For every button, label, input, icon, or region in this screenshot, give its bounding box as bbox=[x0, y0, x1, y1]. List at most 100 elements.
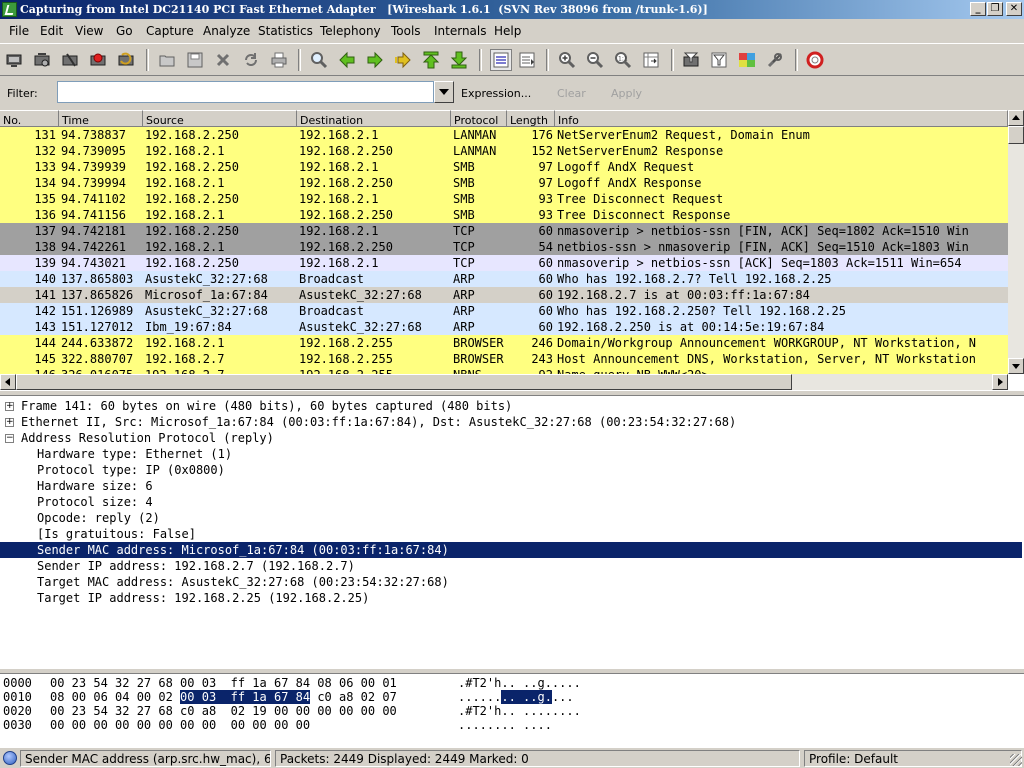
packet-row[interactable]: 145 322.880707 192.168.2.7 192.168.2.255 BRO… bbox=[0, 351, 1008, 367]
capture-filters-icon[interactable] bbox=[682, 51, 700, 69]
packet-list-horizontal-scrollbar[interactable] bbox=[0, 374, 1008, 390]
menu-capture[interactable]: Capture bbox=[146, 24, 194, 38]
packet-row[interactable]: 141 137.865826 Microsof_1a:67:84 AsustekC_3… bbox=[0, 287, 1008, 303]
detail-tree-item[interactable]: Hardware type: Ethernet (1) bbox=[0, 446, 1022, 462]
normal-size-icon[interactable]: 1:1 bbox=[614, 51, 632, 69]
packet-row[interactable]: 132 94.739095 192.168.2.1 192.168.2.250 LANM… bbox=[0, 143, 1008, 159]
display-filters-icon[interactable] bbox=[710, 51, 728, 69]
column-header-time[interactable]: Time bbox=[59, 110, 143, 127]
detail-tree-item[interactable]: + Frame 141: 60 bytes on wire (480 bits),… bbox=[0, 398, 1022, 414]
interface-list-icon[interactable] bbox=[5, 51, 23, 69]
go-back-icon[interactable] bbox=[338, 51, 356, 69]
column-header-destination[interactable]: Destination bbox=[297, 110, 451, 127]
packet-row[interactable]: 146 326.016075192.168.2.7192.168.2.255NBN… bbox=[0, 367, 1008, 374]
filter-input[interactable] bbox=[57, 81, 434, 103]
collapse-icon[interactable]: − bbox=[5, 434, 14, 443]
close-button[interactable]: ✕ bbox=[1006, 2, 1022, 16]
packet-row[interactable]: 142 151.126989 AsustekC_32:27:68 Broadcast A… bbox=[0, 303, 1008, 319]
menu-go[interactable]: Go bbox=[116, 24, 133, 38]
menu-tools[interactable]: Tools bbox=[391, 24, 421, 38]
menu-edit[interactable]: Edit bbox=[40, 24, 63, 38]
packet-row[interactable]: 143 151.127012 Ibm_19:67:84 AsustekC_32:27:… bbox=[0, 319, 1008, 335]
find-packet-icon[interactable] bbox=[310, 51, 328, 69]
restart-capture-icon[interactable] bbox=[117, 51, 135, 69]
detail-tree-item[interactable]: + Ethernet II, Src: Microsof_1a:67:84 (00… bbox=[0, 414, 1022, 430]
go-to-first-icon[interactable] bbox=[422, 51, 440, 69]
column-header-info[interactable]: Info bbox=[555, 110, 1008, 127]
column-header-no[interactable]: No. bbox=[0, 110, 59, 127]
expand-icon[interactable]: + bbox=[5, 402, 14, 411]
colorize-icon[interactable] bbox=[490, 49, 512, 71]
packet-row[interactable]: 140 137.865803 AsustekC_32:27:68 Broadcast A… bbox=[0, 271, 1008, 287]
packet-row[interactable]: 134 94.739994 192.168.2.1 192.168.2.250 SMB 9… bbox=[0, 175, 1008, 191]
menu-view[interactable]: View bbox=[75, 24, 103, 38]
coloring-rules-icon[interactable] bbox=[738, 51, 756, 69]
packet-list-vertical-scrollbar[interactable] bbox=[1008, 110, 1024, 374]
capture-options-icon[interactable] bbox=[33, 51, 51, 69]
start-capture-icon[interactable] bbox=[61, 51, 79, 69]
scroll-left-button[interactable] bbox=[0, 374, 16, 390]
open-file-icon[interactable] bbox=[158, 51, 176, 69]
expand-icon[interactable]: + bbox=[5, 418, 14, 427]
scroll-up-button[interactable] bbox=[1008, 110, 1024, 126]
minimize-button[interactable]: _ bbox=[970, 2, 986, 16]
menu-statistics[interactable]: Statistics bbox=[258, 24, 313, 38]
menu-internals[interactable]: Internals bbox=[434, 24, 487, 38]
status-profile[interactable]: Profile: Default bbox=[804, 750, 1022, 767]
expression-button[interactable]: Expression... bbox=[461, 87, 531, 100]
detail-tree-item[interactable]: Sender IP address: 192.168.2.7 (192.168.… bbox=[0, 558, 1022, 574]
detail-tree-item[interactable]: Sender MAC address: Microsof_1a:67:84 (0… bbox=[0, 542, 1022, 558]
detail-tree-item[interactable]: Target MAC address: AsustekC_32:27:68 (0… bbox=[0, 574, 1022, 590]
maximize-button[interactable]: ❐ bbox=[987, 2, 1003, 16]
detail-tree-item[interactable]: Opcode: reply (2) bbox=[0, 510, 1022, 526]
preferences-icon[interactable] bbox=[766, 51, 784, 69]
apply-button[interactable]: Apply bbox=[611, 87, 642, 100]
zoom-out-icon[interactable] bbox=[586, 51, 604, 69]
scrollbar-thumb[interactable] bbox=[16, 374, 792, 390]
packet-row[interactable]: 135 94.741102 192.168.2.250 192.168.2.1 SMB 9… bbox=[0, 191, 1008, 207]
close-file-icon[interactable] bbox=[214, 51, 232, 69]
save-file-icon[interactable] bbox=[186, 51, 204, 69]
go-to-packet-icon[interactable] bbox=[394, 51, 412, 69]
detail-tree-label: Sender IP address: 192.168.2.7 (192.168.… bbox=[37, 559, 355, 573]
packet-row[interactable]: 144 244.633872 192.168.2.1 192.168.2.255 BRO… bbox=[0, 335, 1008, 351]
packet-cell-len: 93 bbox=[538, 192, 553, 206]
scroll-right-button[interactable] bbox=[992, 374, 1008, 390]
help-icon[interactable] bbox=[806, 51, 824, 69]
packet-cell-len: 60 bbox=[538, 288, 553, 302]
filter-dropdown-button[interactable] bbox=[434, 81, 454, 103]
detail-tree-item[interactable]: − Address Resolution Protocol (reply) bbox=[0, 430, 1022, 446]
detail-tree-item[interactable]: Hardware size: 6 bbox=[0, 478, 1022, 494]
print-icon[interactable] bbox=[270, 51, 288, 69]
column-header-source[interactable]: Source bbox=[143, 110, 297, 127]
go-to-last-icon[interactable] bbox=[450, 51, 468, 69]
detail-tree-item[interactable]: [Is gratuitous: False] bbox=[0, 526, 1022, 542]
packet-row[interactable]: 131 94.738837 192.168.2.250 192.168.2.1 LANM… bbox=[0, 127, 1008, 143]
menu-help[interactable]: Help bbox=[494, 24, 521, 38]
packet-row[interactable]: 139 94.743021 192.168.2.250 192.168.2.1 TCP 6… bbox=[0, 255, 1008, 271]
expert-info-icon[interactable] bbox=[3, 751, 17, 765]
scroll-down-button[interactable] bbox=[1008, 358, 1024, 374]
detail-tree-item[interactable]: Protocol type: IP (0x0800) bbox=[0, 462, 1022, 478]
packet-cell-proto: TCP bbox=[453, 256, 475, 270]
packet-row[interactable]: 133 94.739939 192.168.2.250 192.168.2.1 SMB 9… bbox=[0, 159, 1008, 175]
menu-telephony[interactable]: Telephony bbox=[320, 24, 381, 38]
zoom-in-icon[interactable] bbox=[558, 51, 576, 69]
clear-button[interactable]: Clear bbox=[557, 87, 586, 100]
stop-capture-icon[interactable] bbox=[89, 51, 107, 69]
column-header-protocol[interactable]: Protocol bbox=[451, 110, 507, 127]
packet-row[interactable]: 137 94.742181 192.168.2.250 192.168.2.1 TCP 6… bbox=[0, 223, 1008, 239]
column-header-length[interactable]: Length bbox=[507, 110, 555, 127]
packet-row[interactable]: 138 94.742261 192.168.2.1 192.168.2.250 TCP 5… bbox=[0, 239, 1008, 255]
menu-file[interactable]: File bbox=[9, 24, 29, 38]
auto-scroll-icon[interactable] bbox=[518, 51, 536, 69]
go-forward-icon[interactable] bbox=[366, 51, 384, 69]
resize-grip[interactable] bbox=[1010, 754, 1022, 766]
detail-tree-item[interactable]: Protocol size: 4 bbox=[0, 494, 1022, 510]
resize-columns-icon[interactable] bbox=[642, 51, 660, 69]
scrollbar-thumb[interactable] bbox=[1008, 126, 1024, 144]
packet-row[interactable]: 136 94.741156 192.168.2.1 192.168.2.250 SMB 9… bbox=[0, 207, 1008, 223]
reload-icon[interactable] bbox=[242, 51, 260, 69]
detail-tree-item[interactable]: Target IP address: 192.168.2.25 (192.168… bbox=[0, 590, 1022, 606]
menu-analyze[interactable]: Analyze bbox=[203, 24, 250, 38]
